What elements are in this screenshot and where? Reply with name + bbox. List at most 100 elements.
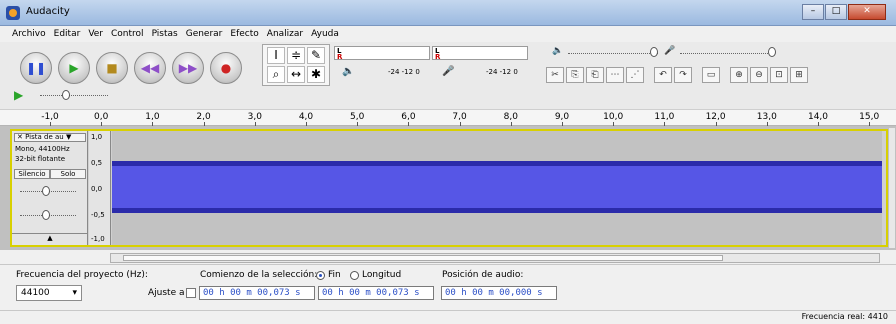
- pause-button[interactable]: ❚❚: [20, 52, 52, 84]
- collapse-track-icon[interactable]: ▲: [12, 233, 88, 245]
- input-volume-slider[interactable]: [768, 47, 776, 57]
- fit-project-icon[interactable]: ⊞: [790, 67, 808, 83]
- meter-right-label: R: [337, 53, 343, 61]
- input-volume-track[interactable]: [680, 53, 770, 54]
- window-title: Audacity: [26, 6, 70, 17]
- vertical-scrollbar[interactable]: [889, 128, 895, 248]
- amplitude-scale[interactable]: 1,0 0,5 0,0 -0,5 -1,0: [89, 131, 111, 245]
- menu-archivo[interactable]: Archivo: [12, 29, 46, 39]
- undo-icon[interactable]: ↶: [654, 67, 672, 83]
- chevron-down-icon: ▼: [63, 133, 72, 141]
- paste-icon[interactable]: ⎗: [586, 67, 604, 83]
- selection-tool-icon[interactable]: I: [267, 47, 285, 64]
- audio-track[interactable]: ✕ Pista de au ▼ Mono, 44100Hz 32-bit flo…: [10, 129, 888, 247]
- track-close-icon[interactable]: ✕: [17, 133, 25, 141]
- project-rate-select[interactable]: 44100 ▾: [16, 285, 82, 301]
- menu-editar[interactable]: Editar: [54, 29, 81, 39]
- skip-to-start-button[interactable]: ◀◀: [134, 52, 166, 84]
- cut-icon[interactable]: ✂: [546, 67, 564, 83]
- transport-toolbar: ❚❚ ▶ ■ ◀◀ ▶▶ ●: [20, 52, 242, 84]
- track-bit-depth: 32-bit flotante: [15, 155, 66, 163]
- chevron-down-icon: ▾: [72, 288, 77, 298]
- scale-label: -0,5: [91, 211, 105, 219]
- zoom-in-icon[interactable]: ⊕: [730, 67, 748, 83]
- length-radio-label: Longitud: [362, 270, 402, 280]
- silence-icon[interactable]: ⋰: [626, 67, 644, 83]
- record-meter[interactable]: L R: [432, 46, 528, 61]
- track-control-panel: ✕ Pista de au ▼ Mono, 44100Hz 32-bit flo…: [12, 131, 88, 245]
- scale-label: 0,0: [91, 185, 103, 193]
- meter-scale-playback: -24 -12 0: [388, 68, 420, 76]
- gain-slider[interactable]: [42, 186, 50, 196]
- waveform[interactable]: [112, 161, 882, 213]
- play-button[interactable]: ▶: [58, 52, 90, 84]
- horizontal-scrollbar[interactable]: [110, 253, 880, 263]
- record-button[interactable]: ●: [210, 52, 242, 84]
- microphone-icon[interactable]: 🎤: [442, 66, 454, 77]
- selection-start-field[interactable]: 00 h 00 m 00,073 s: [199, 286, 315, 300]
- ruler-tick-label: 4,0: [298, 112, 314, 122]
- zoom-out-icon[interactable]: ⊖: [750, 67, 768, 83]
- menu-ayuda[interactable]: Ayuda: [311, 29, 339, 39]
- menu-generar[interactable]: Generar: [186, 29, 223, 39]
- time-shift-tool-icon[interactable]: ↔: [287, 66, 305, 83]
- playback-meter[interactable]: L R: [334, 46, 430, 61]
- play-icon: ▶: [69, 61, 79, 75]
- output-volume-icon: 🔈: [552, 46, 564, 56]
- ruler-tick-label: 14,0: [807, 112, 829, 122]
- multi-tool-icon[interactable]: ✱: [307, 66, 325, 83]
- maximize-button[interactable]: □: [825, 4, 847, 20]
- solo-button[interactable]: Solo: [50, 169, 86, 179]
- audio-position-field[interactable]: 00 h 00 m 00,000 s: [441, 286, 557, 300]
- skip-end-icon: ▶▶: [178, 61, 198, 75]
- meter-scale-record: -24 -12 0: [486, 68, 518, 76]
- ruler-tick-label: 10,0: [603, 112, 624, 122]
- menu-ver[interactable]: Ver: [88, 29, 103, 39]
- minimize-button[interactable]: –: [802, 4, 824, 20]
- selection-end-field[interactable]: 00 h 00 m 00,073 s: [318, 286, 434, 300]
- copy-icon[interactable]: ⎘: [566, 67, 584, 83]
- menu-pistas[interactable]: Pistas: [152, 29, 178, 39]
- trim-icon[interactable]: ⋯: [606, 67, 624, 83]
- end-radio[interactable]: [316, 271, 325, 280]
- tools-toolbar: I ≑ ✎ ⌕ ↔ ✱: [262, 44, 330, 86]
- track-format: Mono, 44100Hz: [15, 145, 70, 153]
- menu-analizar[interactable]: Analizar: [267, 29, 303, 39]
- stop-button[interactable]: ■: [96, 52, 128, 84]
- pan-slider[interactable]: [42, 210, 50, 220]
- draw-tool-icon[interactable]: ✎: [307, 47, 325, 64]
- meter-toolbar: L R L R -24 -12 0 -24 -12 0 🔈 🎤: [334, 44, 530, 86]
- envelope-tool-icon[interactable]: ≑: [287, 47, 305, 64]
- timeline-ruler[interactable]: -1,0 0,0 1,0 2,0 3,0 4,0 5,0 6,0 7,0 8,0 9,0 10,0 11…: [0, 110, 896, 126]
- menu-efecto[interactable]: Efecto: [230, 29, 258, 39]
- horizontal-scroll-thumb[interactable]: [123, 255, 723, 261]
- skip-to-end-button[interactable]: ▶▶: [172, 52, 204, 84]
- ruler-tick-label: 13,0: [756, 112, 777, 122]
- menu-bar: Archivo Editar Ver Control Pistas Genera…: [0, 26, 896, 42]
- project-rate-label: Frecuencia del proyecto (Hz):: [16, 270, 148, 280]
- close-button[interactable]: ✕: [848, 4, 886, 20]
- output-volume-track[interactable]: [568, 53, 658, 54]
- play-at-speed-icon[interactable]: ▶: [14, 88, 26, 102]
- redo-icon[interactable]: ↷: [674, 67, 692, 83]
- play-speed-slider[interactable]: [62, 90, 70, 100]
- length-radio[interactable]: [350, 271, 359, 280]
- sync-lock-icon[interactable]: ▭: [702, 67, 720, 83]
- track-name-menu[interactable]: ✕ Pista de au ▼: [14, 133, 86, 142]
- play-speed-track[interactable]: [40, 95, 108, 96]
- speaker-icon[interactable]: 🔈: [342, 66, 354, 77]
- ruler-tick-label: 1,0: [145, 112, 160, 122]
- mute-button[interactable]: Silencio: [14, 169, 50, 179]
- window-controls: – □ ✕: [802, 4, 886, 20]
- audacity-logo-icon: [6, 6, 20, 20]
- ruler-tick-label: -1,0: [41, 112, 59, 122]
- pause-icon: ❚❚: [25, 61, 47, 75]
- stop-icon: ■: [106, 61, 118, 75]
- fit-selection-icon[interactable]: ⊡: [770, 67, 788, 83]
- snap-to-checkbox[interactable]: [186, 288, 196, 298]
- menu-control[interactable]: Control: [111, 29, 144, 39]
- output-volume-slider[interactable]: [650, 47, 658, 57]
- zoom-tool-icon[interactable]: ⌕: [267, 66, 285, 83]
- status-bar: Frecuencia real: 4410: [0, 310, 896, 324]
- track-panel: ✕ Pista de au ▼ Mono, 44100Hz 32-bit flo…: [0, 126, 896, 250]
